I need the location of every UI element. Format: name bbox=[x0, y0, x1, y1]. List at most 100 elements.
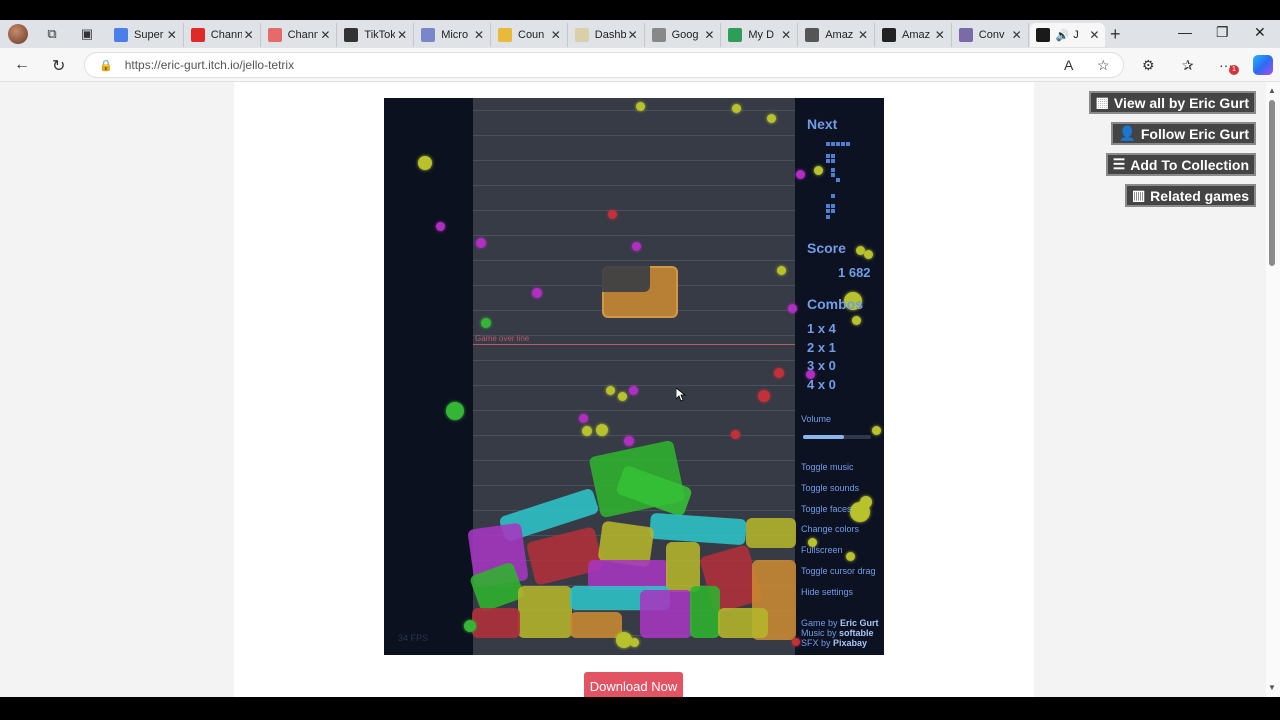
copilot-icon[interactable] bbox=[1253, 55, 1273, 75]
next-piece-preview bbox=[831, 204, 835, 208]
hide-settings-button[interactable]: Hide settings bbox=[801, 587, 853, 597]
close-tab-icon[interactable]: ✕ bbox=[1010, 28, 1024, 42]
close-tab-icon[interactable]: ✕ bbox=[702, 28, 716, 42]
tab[interactable]: Amaz ✕ bbox=[876, 23, 952, 47]
grid-line bbox=[473, 260, 795, 261]
grid-line bbox=[473, 110, 795, 111]
close-tab-icon[interactable]: ✕ bbox=[472, 28, 486, 42]
youtube-icon bbox=[190, 28, 205, 42]
toggle-music-button[interactable]: Toggle music bbox=[801, 462, 854, 472]
next-piece-preview bbox=[831, 173, 835, 177]
next-piece-preview bbox=[841, 142, 845, 146]
jello-particle bbox=[814, 166, 823, 175]
toggle-faces-button[interactable]: Toggle faces bbox=[801, 504, 852, 514]
jello-block bbox=[666, 542, 700, 592]
tab[interactable]: Amaz ✕ bbox=[799, 23, 875, 47]
workspaces-icon[interactable]: ⧉ bbox=[44, 26, 60, 42]
grid-line bbox=[473, 435, 795, 436]
playlist-add-icon: ☰ bbox=[1112, 156, 1126, 172]
tab-label: Micro bbox=[441, 29, 469, 41]
jello-particle bbox=[532, 288, 542, 298]
tab[interactable]: Super ✕ bbox=[108, 23, 184, 47]
add-collection-button[interactable]: ☰ Add To Collection bbox=[1105, 153, 1256, 176]
related-games-button[interactable]: ▥ Related games bbox=[1124, 184, 1256, 207]
change-colors-button[interactable]: Change colors bbox=[801, 524, 859, 534]
download-now-button[interactable]: Download Now bbox=[584, 672, 683, 700]
tab[interactable]: Chann ✕ bbox=[262, 23, 338, 47]
url-field[interactable]: 🔒 https://eric-gurt.itch.io/jello-tetrix bbox=[84, 52, 1124, 78]
close-tab-icon[interactable]: ✕ bbox=[856, 28, 870, 42]
scroll-up-icon[interactable]: ▲ bbox=[1268, 86, 1276, 95]
close-tab-icon[interactable]: ✕ bbox=[242, 28, 256, 42]
browser-window: ⧉ ▣ Super ✕ Chann ✕ Chann ✕ TikTok ✕ Micro ✕ Coun ✕… bbox=[0, 0, 1280, 720]
new-tab-button[interactable]: + bbox=[1110, 24, 1121, 45]
scrollbar[interactable]: ▲ ▼ bbox=[1266, 82, 1280, 697]
game-canvas[interactable]: Game over line Next Score 1 682 Combos 1… bbox=[384, 98, 884, 655]
minimize-icon[interactable]: — bbox=[1178, 24, 1192, 40]
youtube-studio-icon bbox=[267, 28, 282, 42]
tab[interactable]: TikTok ✕ bbox=[338, 23, 415, 47]
tab[interactable]: Coun ✕ bbox=[492, 23, 568, 47]
tab[interactable]: Conv ✕ bbox=[953, 23, 1029, 47]
jello-particle bbox=[788, 304, 797, 313]
next-piece-preview bbox=[826, 215, 830, 219]
view-all-button[interactable]: ▦ View all by Eric Gurt bbox=[1088, 91, 1256, 114]
jello-particle bbox=[446, 402, 464, 420]
grid-line bbox=[473, 410, 795, 411]
read-aloud-icon[interactable]: A bbox=[1064, 57, 1073, 73]
add-user-icon: 👤 bbox=[1118, 125, 1136, 141]
restore-icon[interactable]: ❐ bbox=[1216, 24, 1229, 41]
favorites-icon[interactable]: ✰ bbox=[1182, 57, 1194, 74]
jello-particle bbox=[618, 392, 627, 401]
credit-sfx: SFX by Pixabay bbox=[801, 638, 868, 648]
tab-label: Chann bbox=[210, 29, 242, 41]
close-tab-icon[interactable]: ✕ bbox=[933, 28, 947, 42]
tab[interactable]: 🔊 J ✕ bbox=[1029, 23, 1106, 47]
tab[interactable]: My D ✕ bbox=[722, 23, 799, 47]
map-icon: ▥ bbox=[1131, 187, 1146, 203]
drive-icon bbox=[728, 28, 743, 42]
docs-icon bbox=[114, 28, 128, 42]
extensions-icon[interactable]: ⚙ bbox=[1142, 57, 1155, 74]
close-tab-icon[interactable]: ✕ bbox=[165, 28, 179, 42]
close-tab-icon[interactable]: ✕ bbox=[549, 28, 563, 42]
scrollbar-thumb[interactable] bbox=[1269, 100, 1275, 266]
grid-line bbox=[473, 210, 795, 211]
credit-link[interactable]: Pixabay bbox=[833, 638, 867, 648]
refresh-icon[interactable]: ↻ bbox=[52, 56, 65, 76]
jello-particle bbox=[624, 436, 634, 446]
credit-link[interactable]: softable bbox=[839, 628, 874, 638]
speaker-icon[interactable]: 🔊 bbox=[1056, 29, 1070, 42]
tab-actions-icon[interactable]: ▣ bbox=[79, 26, 95, 42]
jello-particle bbox=[629, 386, 638, 395]
profile-avatar[interactable] bbox=[8, 24, 28, 44]
next-piece-preview bbox=[826, 142, 830, 146]
follow-button[interactable]: 👤 Follow Eric Gurt bbox=[1111, 122, 1256, 145]
favorite-star-icon[interactable]: ☆ bbox=[1097, 57, 1110, 74]
tab[interactable]: Chann ✕ bbox=[185, 23, 261, 47]
volume-slider[interactable] bbox=[803, 435, 871, 439]
close-window-icon[interactable]: ✕ bbox=[1254, 24, 1266, 41]
toggle-sounds-button[interactable]: Toggle sounds bbox=[801, 483, 859, 493]
tab[interactable]: Dashb ✕ bbox=[569, 23, 645, 47]
tab[interactable]: Micro ✕ bbox=[415, 23, 491, 47]
close-tab-icon[interactable]: ✕ bbox=[318, 28, 332, 42]
close-tab-icon[interactable]: ✕ bbox=[1087, 28, 1101, 42]
fullscreen-button[interactable]: Fullscreen bbox=[801, 545, 843, 555]
jello-particle bbox=[481, 318, 491, 328]
credit-link[interactable]: Eric Gurt bbox=[840, 618, 879, 628]
grid-line bbox=[473, 360, 795, 361]
close-tab-icon[interactable]: ✕ bbox=[395, 28, 409, 42]
next-piece-preview bbox=[831, 154, 835, 158]
tab[interactable]: Goog ✕ bbox=[646, 23, 722, 47]
combo-row: 4 x 0 bbox=[807, 377, 836, 392]
grid-line bbox=[473, 160, 795, 161]
close-tab-icon[interactable]: ✕ bbox=[779, 28, 793, 42]
back-icon[interactable]: ← bbox=[14, 56, 30, 74]
next-piece-preview bbox=[826, 204, 830, 208]
amazon-icon bbox=[805, 28, 820, 42]
close-tab-icon[interactable]: ✕ bbox=[626, 28, 640, 42]
jello-particle bbox=[864, 250, 873, 259]
toggle-cursor-drag-button[interactable]: Toggle cursor drag bbox=[801, 566, 876, 576]
scroll-down-icon[interactable]: ▼ bbox=[1268, 683, 1276, 692]
